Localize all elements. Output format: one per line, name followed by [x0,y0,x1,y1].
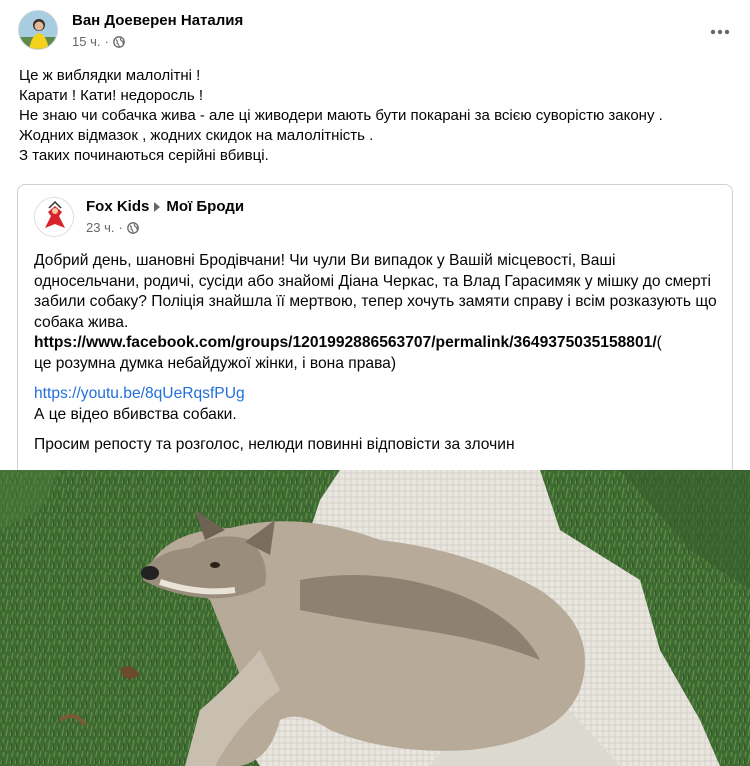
shared-post-text: Добрий день, шановні Бродівчани! Чи чули… [34,251,724,456]
post-header: Ван Доеверен Наталия 15 ч. · [18,10,734,54]
shared-post-meta: 23 ч. · [86,220,139,235]
author-name[interactable]: Ван Доеверен Наталия [72,12,243,29]
post-text-line: Жодних відмазок , жодних скидок на малол… [19,127,374,144]
shared-post-time[interactable]: 23 ч. [86,220,114,235]
shared-note: це розумна думка небайдужої жінки, і вон… [34,354,397,372]
shared-page-title: Fox Kids Мої Броди [86,198,244,215]
triangle-right-icon [154,201,161,212]
shared-link-line: https://www.facebook.com/groups/12019928… [34,333,724,354]
post-photo[interactable] [0,470,750,766]
shared-paragraph: Добрий день, шановні Бродівчани! Чи чули… [34,252,717,331]
post-text-line: Карати ! Кати! недоросль ! [19,87,203,104]
shared-page-avatar[interactable] [34,197,74,237]
post-meta: 15 ч. · [72,34,125,49]
shared-page-name[interactable]: Fox Kids [86,198,149,215]
post-text: Це ж виблядки малолітні ! Карати ! Кати!… [19,66,739,166]
author-avatar[interactable] [18,10,58,50]
more-dots-icon [710,29,730,35]
globe-icon[interactable] [112,35,125,48]
meta-separator: · [104,34,109,49]
meta-separator: · [118,220,123,235]
link-tail: ( [656,334,662,351]
shared-group-name[interactable]: Мої Броди [166,198,244,215]
post-text-line: З таких починаються серійні вбивці. [19,147,269,164]
post-text-line: Це ж виблядки малолітні ! [19,67,201,84]
post-text-line: Не знаю чи собачка жива - але ці живодер… [19,107,663,124]
post-time[interactable]: 15 ч. [72,34,100,49]
globe-icon[interactable] [126,221,139,234]
closing-text: Просим репосту та розголос, нелюди повин… [34,436,515,453]
more-options-button[interactable] [706,18,734,46]
facebook-permalink-link[interactable]: https://www.facebook.com/groups/12019928… [34,334,657,351]
shared-post-card[interactable]: Fox Kids Мої Броди 23 ч. · Добрий день, … [17,184,733,476]
youtube-link[interactable]: https://youtu.be/8qUeRqsfPUg [34,385,245,402]
video-caption: А це відео вбивства собаки. [34,405,237,423]
dog-on-sack-image [0,470,750,766]
